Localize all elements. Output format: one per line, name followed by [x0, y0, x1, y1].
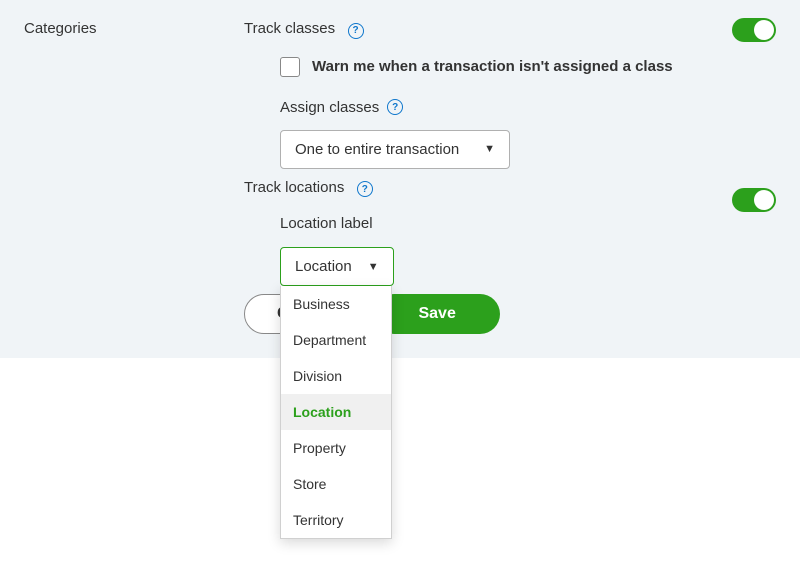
track-classes-label: Track classes: [244, 20, 335, 37]
assign-classes-select[interactable]: One to entire transaction ▼: [280, 130, 510, 169]
caret-down-icon: ▼: [368, 261, 379, 273]
location-label-text: Location label: [280, 215, 373, 232]
assign-classes-label: Assign classes: [280, 99, 379, 116]
caret-down-icon: ▼: [484, 143, 495, 155]
help-icon[interactable]: ?: [387, 99, 403, 115]
dropdown-item[interactable]: Location: [281, 394, 391, 430]
location-label-value: Location: [295, 258, 352, 275]
assign-classes-value: One to entire transaction: [295, 141, 459, 158]
dropdown-item[interactable]: Property: [281, 430, 391, 466]
warn-checkbox[interactable]: [280, 57, 300, 77]
dropdown-item[interactable]: Business: [281, 286, 391, 322]
location-dropdown-menu: BusinessDepartmentDivisionLocationProper…: [280, 286, 392, 539]
dropdown-item[interactable]: Territory: [281, 502, 391, 538]
dropdown-item[interactable]: Store: [281, 466, 391, 502]
dropdown-item[interactable]: Department: [281, 322, 391, 358]
location-label-select[interactable]: Location ▼: [280, 247, 394, 286]
track-locations-label: Track locations: [244, 179, 344, 196]
help-icon[interactable]: ?: [348, 23, 364, 39]
dropdown-item[interactable]: Division: [281, 358, 391, 394]
section-title: Categories: [24, 20, 97, 37]
warn-checkbox-label: Warn me when a transaction isn't assigne…: [312, 58, 673, 75]
save-button[interactable]: Save: [374, 294, 499, 334]
help-icon[interactable]: ?: [357, 181, 373, 197]
